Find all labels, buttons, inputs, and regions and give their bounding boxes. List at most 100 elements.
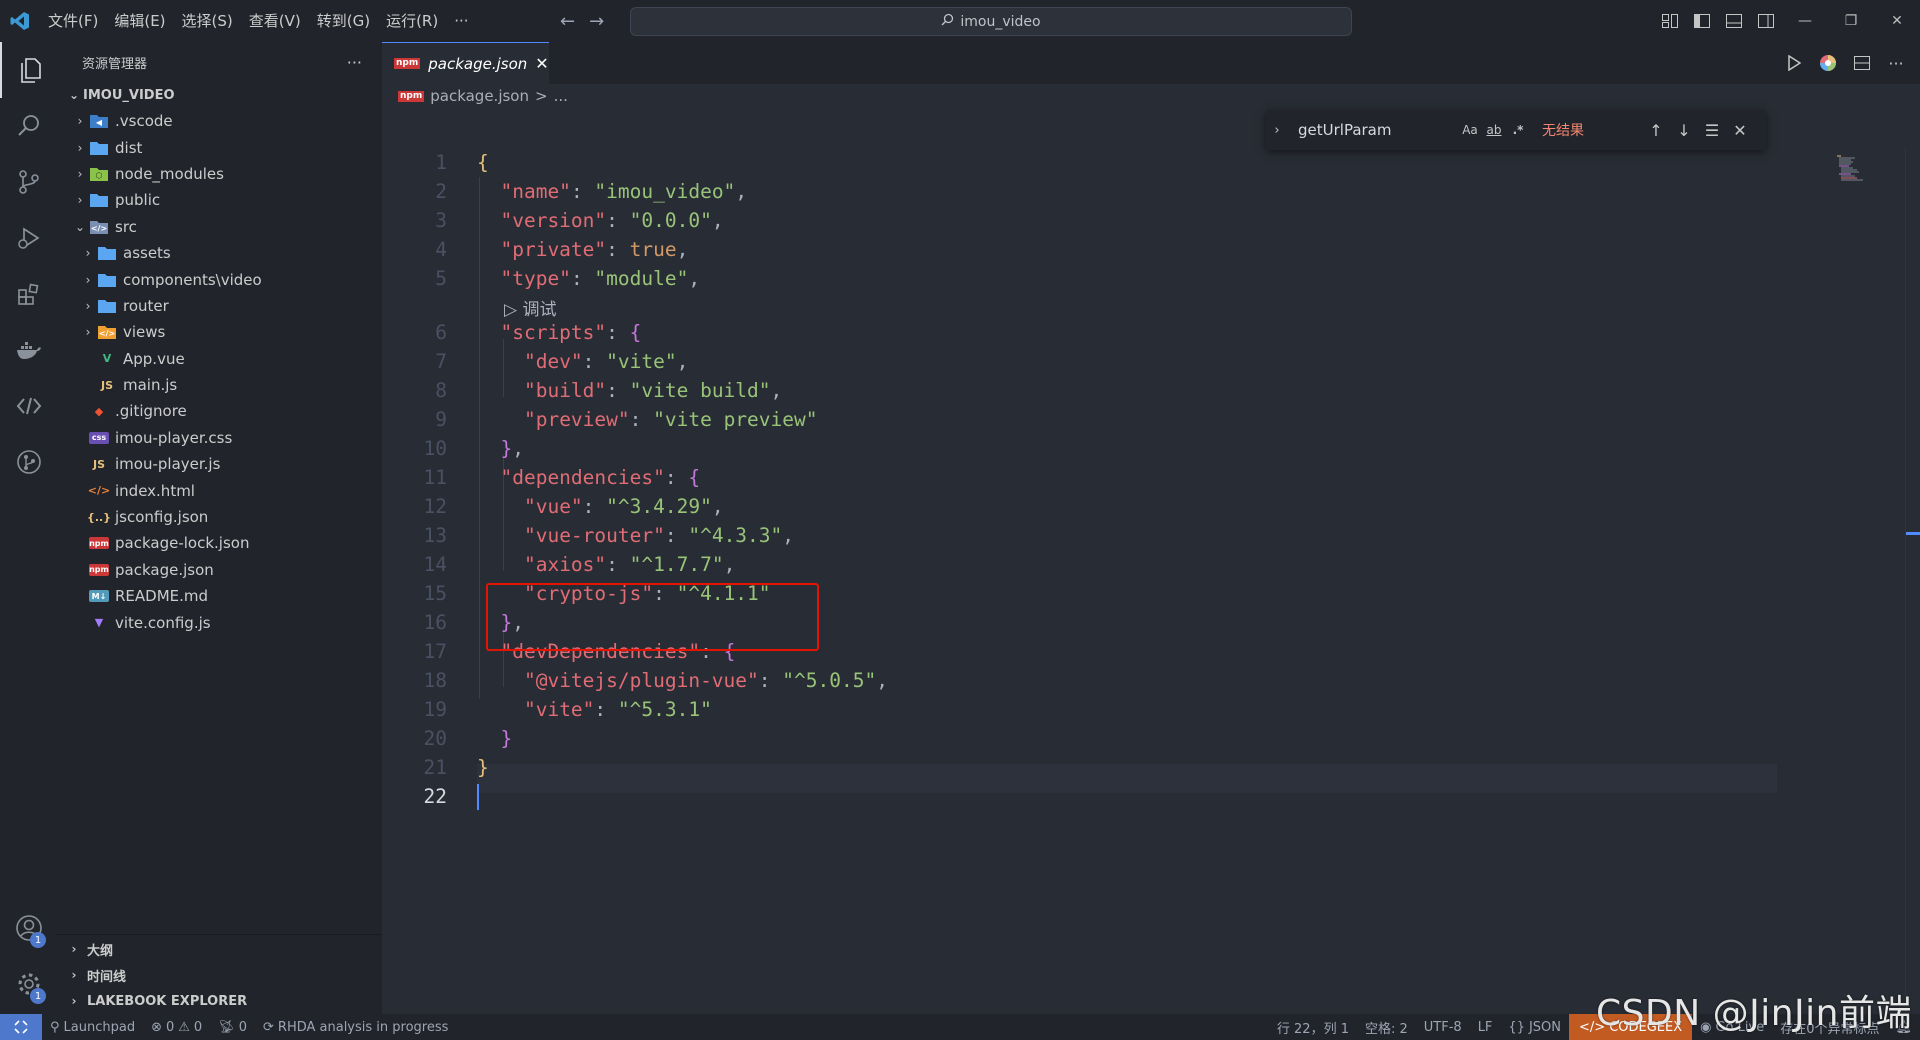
launchpad-item[interactable]: ⚲ Launchpad — [42, 1020, 143, 1035]
vertical-scrollbar-track[interactable] — [1905, 148, 1906, 1014]
match-case-toggle[interactable]: Aa — [1458, 123, 1482, 137]
run-debug-icon[interactable] — [0, 210, 57, 266]
toggle-replace-chevron-icon[interactable]: › — [1266, 123, 1288, 138]
lakebook-section-label: LAKEBOOK EXPLORER — [87, 993, 248, 1009]
broadcast-icon: 📡︎ — [218, 1019, 235, 1035]
tree-file[interactable]: JS main.js — [57, 372, 382, 398]
editor-area: npm package.json ✕ ··· npm package.json … — [382, 42, 1920, 1014]
problems-item[interactable]: ⊗ 0 ⚠ 0 — [143, 1020, 210, 1035]
tree-file[interactable]: ◆ .gitignore — [57, 398, 382, 424]
tree-folder[interactable]: › dist — [57, 134, 382, 160]
find-in-selection-icon[interactable]: ☰ — [1698, 121, 1726, 140]
run-file-icon[interactable] — [1780, 55, 1808, 71]
navigation-arrows: ← → — [560, 0, 604, 42]
tab-package-json[interactable]: npm package.json ✕ — [382, 42, 549, 84]
explorer-sidebar: 资源管理器 ··· ⌄ IMOU_VIDEO › ◀ .vscode › dist › ⬡ n… — [57, 42, 382, 1014]
command-center[interactable]: imou_video — [630, 7, 1352, 36]
restore-icon[interactable]: ❐ — [1828, 0, 1874, 42]
minimize-icon[interactable]: — — [1782, 0, 1828, 42]
color-wheel-icon[interactable] — [1814, 54, 1842, 72]
cursor-position[interactable]: 行 22，列 1 — [1269, 1018, 1357, 1037]
tree-file[interactable]: ▼ vite.config.js — [57, 609, 382, 635]
tree-file[interactable]: JS imou-player.js — [57, 451, 382, 477]
menu-edit[interactable]: 编辑(E) — [106, 0, 173, 42]
menu-view[interactable]: 查看(V) — [241, 0, 309, 42]
tree-folder[interactable]: › router — [57, 293, 382, 319]
menu-more[interactable]: ··· — [446, 0, 476, 42]
debug-codelens[interactable]: ▷ 调试 — [504, 295, 556, 320]
menu-go[interactable]: 转到(G) — [309, 0, 378, 42]
menu-file[interactable]: 文件(F) — [40, 0, 106, 42]
git-graph-icon[interactable] — [0, 434, 57, 490]
lakebook-section[interactable]: › LAKEBOOK EXPLORER — [57, 988, 382, 1014]
encoding[interactable]: UTF-8 — [1416, 1020, 1470, 1035]
search-icon[interactable] — [0, 98, 57, 154]
tree-folder[interactable]: › ⬡ node_modules — [57, 161, 382, 187]
tree-item-label: jsconfig.json — [115, 508, 209, 527]
codegeex-icon[interactable] — [0, 378, 57, 434]
tree-folder[interactable]: › assets — [57, 240, 382, 266]
language-mode[interactable]: {} JSON — [1500, 1020, 1569, 1035]
close-tab-icon[interactable]: ✕ — [535, 54, 548, 73]
previous-match-icon[interactable]: ↑ — [1642, 121, 1670, 140]
tree-file[interactable]: npm package.json — [57, 557, 382, 583]
split-editor-icon[interactable] — [1848, 56, 1876, 70]
tree-item-label: package.json — [115, 560, 214, 579]
tree-file[interactable]: css imou-player.css — [57, 425, 382, 451]
ports-item[interactable]: 📡︎ 0 — [210, 1020, 255, 1035]
workspace-root[interactable]: ⌄ IMOU_VIDEO — [57, 82, 382, 108]
back-arrow-icon[interactable]: ← — [560, 11, 575, 32]
vue-icon: V — [102, 352, 112, 366]
tree-folder[interactable]: › public — [57, 187, 382, 213]
close-find-icon[interactable]: ✕ — [1726, 121, 1754, 140]
menu-selection[interactable]: 选择(S) — [174, 0, 241, 42]
close-window-icon[interactable]: ✕ — [1874, 0, 1920, 42]
menu-run[interactable]: 运行(R) — [378, 0, 446, 42]
source-control-icon[interactable] — [0, 154, 57, 210]
toggle-panel-icon[interactable] — [1718, 0, 1750, 42]
toggle-primary-sidebar-icon[interactable] — [1686, 0, 1718, 42]
tree-file[interactable]: M↓ README.md — [57, 583, 382, 609]
indentation[interactable]: 空格: 2 — [1357, 1018, 1416, 1037]
tree-file[interactable]: V App.vue — [57, 346, 382, 372]
tree-folder[interactable]: › components\video — [57, 266, 382, 292]
tree-item-label: .gitignore — [115, 402, 187, 421]
toggle-secondary-sidebar-icon[interactable] — [1750, 0, 1782, 42]
customize-layout-icon[interactable] — [1654, 0, 1686, 42]
tree-file[interactable]: {..} jsconfig.json — [57, 504, 382, 530]
next-match-icon[interactable]: ↓ — [1670, 121, 1698, 140]
tree-folder[interactable]: ⌄ </> src — [57, 214, 382, 240]
breadcrumb-more[interactable]: ... — [554, 87, 568, 105]
tree-item-label: .vscode — [115, 112, 173, 131]
tree-folder[interactable]: › </> views — [57, 319, 382, 345]
explorer-icon[interactable] — [0, 42, 59, 98]
tree-file[interactable]: </> index.html — [57, 477, 382, 503]
outline-section[interactable]: › 大纲 — [57, 936, 382, 962]
docker-icon[interactable] — [0, 322, 57, 378]
rhda-item[interactable]: ⟳ RHDA analysis in progress — [255, 1020, 456, 1035]
find-input[interactable]: getUrlParam — [1288, 121, 1458, 139]
regex-toggle[interactable]: .* — [1506, 123, 1530, 137]
code-line: 13 "vue-router": "^4.3.3", — [423, 524, 795, 547]
tree-file[interactable]: npm package-lock.json — [57, 530, 382, 556]
match-whole-word-toggle[interactable]: ab — [1482, 123, 1506, 137]
tab-label: package.json — [428, 54, 528, 73]
accounts-icon[interactable]: 1 — [0, 900, 57, 956]
remote-indicator-icon[interactable] — [0, 1014, 42, 1040]
settings-gear-icon[interactable]: 1 — [0, 956, 57, 1012]
accounts-badge: 1 — [30, 932, 46, 948]
chevron-right-icon: › — [71, 994, 77, 1008]
tree-item-label: src — [115, 217, 137, 236]
forward-arrow-icon[interactable]: → — [589, 11, 604, 32]
end-of-line[interactable]: LF — [1470, 1020, 1501, 1035]
code-line: 7 "dev": "vite", — [435, 350, 689, 373]
more-actions-icon[interactable]: ··· — [1882, 54, 1910, 73]
csdn-watermark: CSDN @JinJin前端 — [1596, 993, 1912, 1034]
tree-folder[interactable]: › ◀ .vscode — [57, 108, 382, 134]
timeline-section[interactable]: › 时间线 — [57, 962, 382, 988]
minimap[interactable] — [1835, 154, 1865, 184]
extensions-icon[interactable] — [0, 266, 57, 322]
explorer-more-actions[interactable]: ··· — [347, 53, 362, 72]
code-line: 3 "version": "0.0.0", — [435, 209, 724, 232]
breadcrumb-file[interactable]: package.json — [430, 87, 529, 105]
